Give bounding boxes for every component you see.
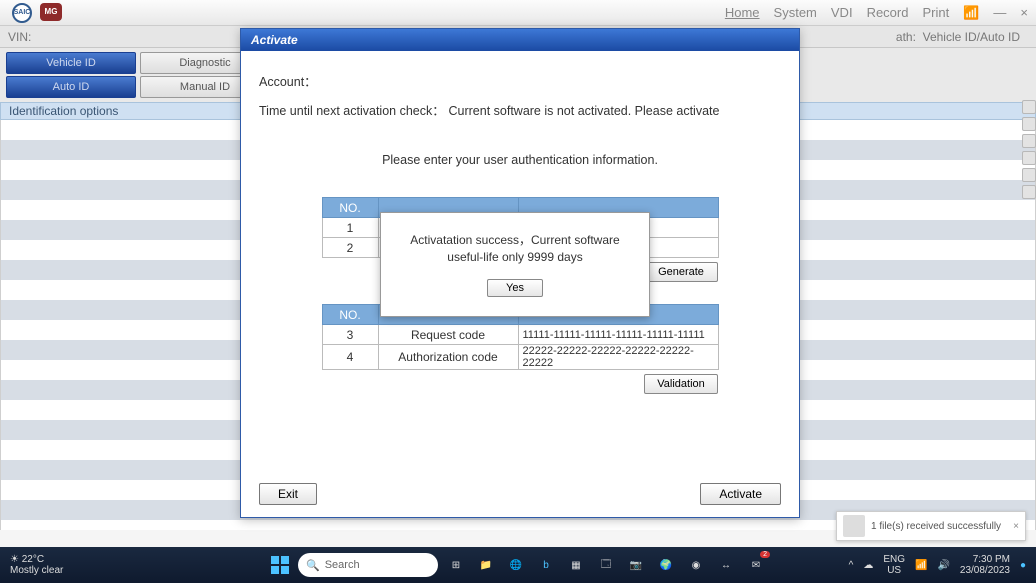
- account-label: Account：: [259, 71, 781, 90]
- menu-print[interactable]: Print: [922, 5, 949, 21]
- task-view-icon[interactable]: ⊞: [444, 553, 468, 577]
- tab-vehicle-id[interactable]: Vehicle ID: [6, 52, 136, 74]
- alert-yes-button[interactable]: Yes: [487, 279, 543, 297]
- menu-system[interactable]: System: [774, 5, 817, 21]
- mg-logo: MG: [40, 3, 62, 21]
- avatar-icon: [843, 515, 865, 537]
- request-code: 11111-11111-11111-11111-11111-11111: [518, 325, 718, 345]
- vin-label: VIN:: [0, 30, 31, 44]
- file-received-toast: 1 file(s) received successfully ×: [836, 511, 1026, 541]
- globe-icon[interactable]: 🌍: [654, 553, 678, 577]
- alert-message: Activatation success，Current software us…: [391, 232, 639, 266]
- saic-logo: SAIC: [12, 3, 32, 23]
- bing-icon[interactable]: b: [534, 553, 558, 577]
- app-icon-1[interactable]: ▦: [564, 553, 588, 577]
- exit-button[interactable]: Exit: [259, 483, 317, 505]
- time-label: Time until next activation check：: [259, 100, 445, 119]
- dialog-title: Activate: [241, 29, 799, 51]
- start-button[interactable]: [268, 553, 292, 577]
- menu-vdi[interactable]: VDI: [831, 5, 853, 21]
- language-indicator[interactable]: ENGUS: [883, 554, 905, 576]
- menu-record[interactable]: Record: [867, 5, 909, 21]
- edge-icon[interactable]: 🌐: [504, 553, 528, 577]
- teamviewer-icon[interactable]: ↔: [714, 553, 738, 577]
- validation-button[interactable]: Validation: [644, 374, 718, 394]
- menu-home[interactable]: Home: [725, 5, 760, 21]
- activate-button[interactable]: Activate: [700, 483, 781, 505]
- signal-icon: 📶: [963, 5, 979, 21]
- explorer-icon[interactable]: 📁: [474, 553, 498, 577]
- windows-taskbar: ☀ 22°C Mostly clear 🔍Search ⊞ 📁 🌐 b ▦ 🗔 …: [0, 547, 1036, 583]
- app-menubar: SAIC MG Home System VDI Record Print 📶 —…: [0, 0, 1036, 26]
- generate-button[interactable]: Generate: [644, 262, 718, 282]
- tray-cloud-icon[interactable]: ☁: [863, 560, 873, 571]
- app-icon-2[interactable]: 🗔: [594, 553, 618, 577]
- weather-widget[interactable]: ☀ 22°C Mostly clear: [0, 554, 63, 576]
- toast-message: 1 file(s) received successfully: [871, 521, 1001, 532]
- search-icon: 🔍: [306, 559, 320, 572]
- edge2-icon[interactable]: ◉: [684, 553, 708, 577]
- minimize-icon[interactable]: —: [993, 5, 1006, 21]
- close-icon[interactable]: ×: [1020, 5, 1028, 21]
- camera-icon[interactable]: 📷: [624, 553, 648, 577]
- instruction-text: Please enter your user authentication in…: [259, 153, 781, 167]
- volume-icon[interactable]: 🔊: [937, 560, 949, 571]
- wifi-icon[interactable]: 📶: [915, 560, 927, 571]
- mail-icon[interactable]: ✉2: [744, 553, 768, 577]
- success-alert: Activatation success，Current software us…: [380, 212, 650, 317]
- tray-chevron-icon[interactable]: ^: [849, 560, 854, 571]
- toast-close-icon[interactable]: ×: [1013, 521, 1019, 532]
- taskbar-search[interactable]: 🔍Search: [298, 553, 438, 577]
- authorization-code[interactable]: 22222-22222-22222-22222-22222-22222: [518, 345, 718, 370]
- notification-icon[interactable]: ●: [1020, 560, 1026, 571]
- tab-auto-id[interactable]: Auto ID: [6, 76, 136, 98]
- teamviewer-sidebar[interactable]: [1022, 100, 1036, 199]
- clock[interactable]: 7:30 PM23/08/2023: [960, 554, 1010, 576]
- activation-status: Current software is not activated. Pleas…: [448, 104, 719, 118]
